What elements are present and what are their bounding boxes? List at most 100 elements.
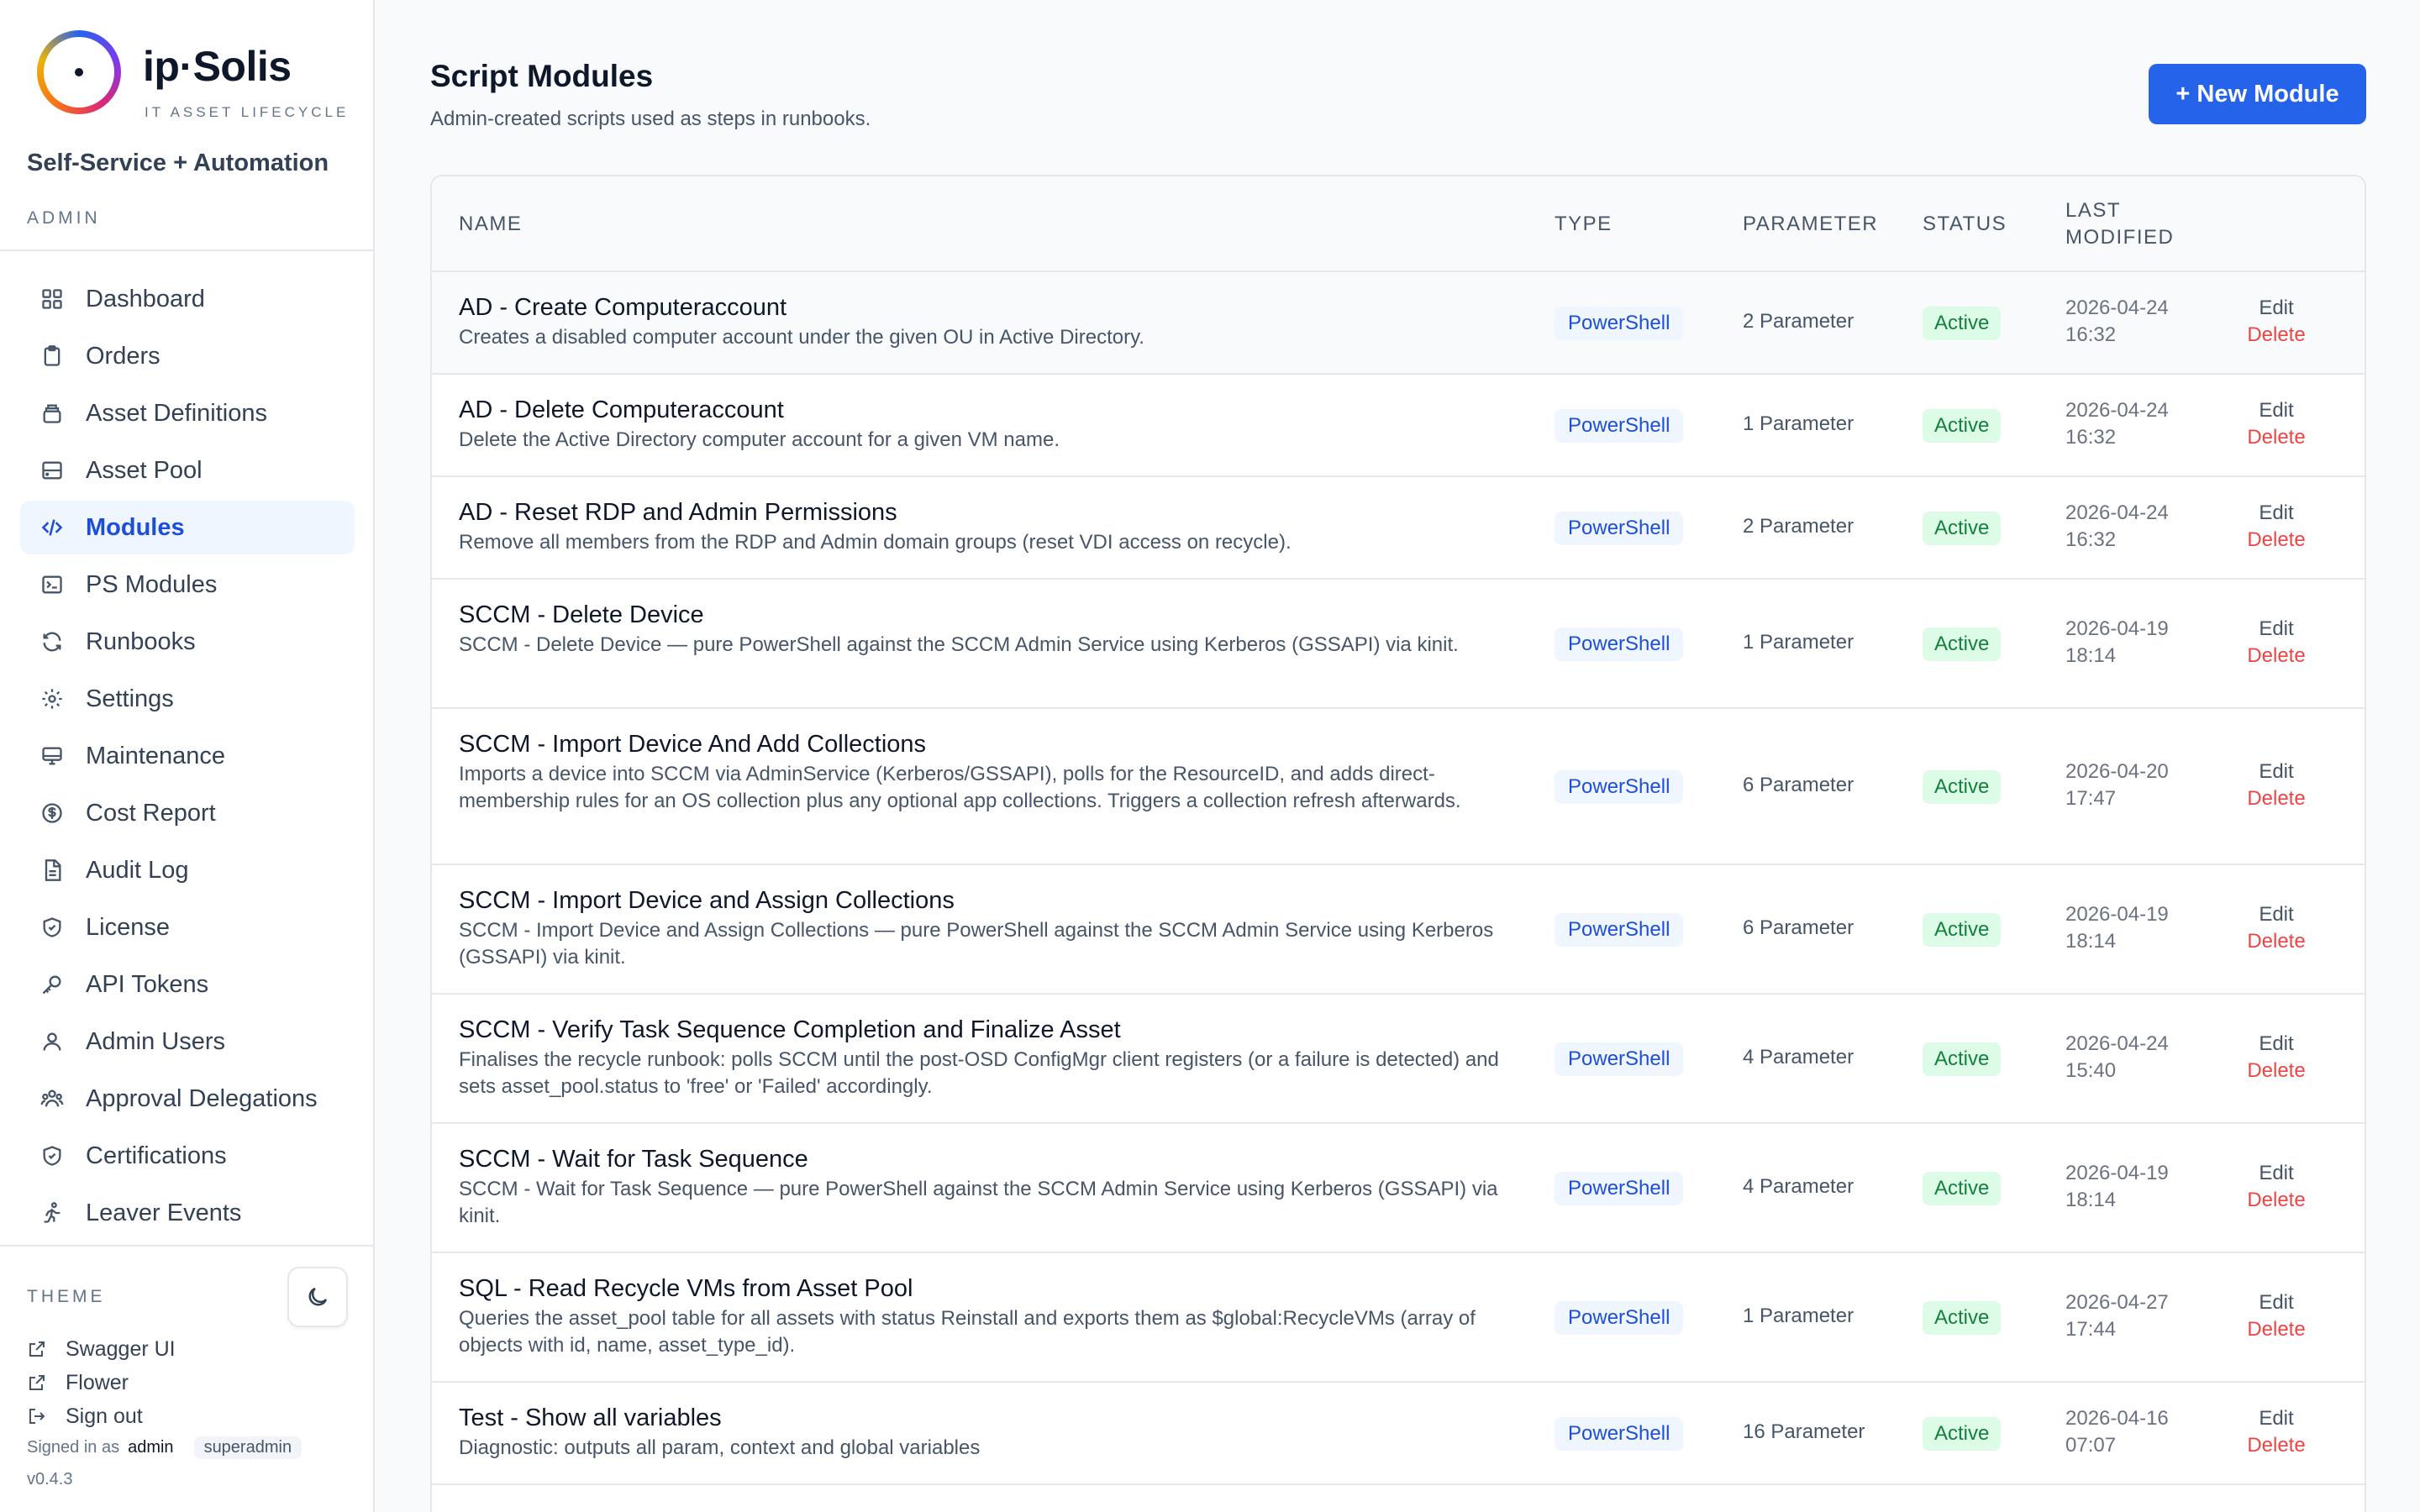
module-name[interactable]: SCCM - Import Device and Assign Collecti… <box>459 885 1509 916</box>
edit-button[interactable]: Edit <box>2230 1405 2323 1432</box>
edit-button[interactable]: Edit <box>2230 759 2323 785</box>
delete-button[interactable]: Delete <box>2230 1316 2323 1343</box>
edit-button[interactable]: Edit <box>2230 901 2323 928</box>
sidebar-item-label: Modules <box>86 513 185 541</box>
footer-links: Swagger UI Flower Sign out <box>27 1332 176 1433</box>
link-label: Flower <box>66 1370 129 1394</box>
table-row[interactable]: SCCM - Import Device and Assign Collecti… <box>432 865 2365 995</box>
sign-out-icon <box>29 1409 45 1424</box>
table-row[interactable]: AD - Reset RDP and Admin Permissions Remo… <box>432 477 2365 580</box>
table-row[interactable]: SQL - Read Recycle VMs from Asset Pool Qu… <box>432 1253 2365 1383</box>
module-name[interactable]: SCCM - Verify Task Sequence Completion a… <box>459 1015 1509 1045</box>
app-version: v0.4.3 <box>27 1470 73 1488</box>
delete-button[interactable]: Delete <box>2230 1432 2323 1459</box>
column-header-type[interactable]: TYPE <box>1555 211 1612 238</box>
module-name[interactable]: SCCM - Delete Device <box>459 600 1509 630</box>
brand-logo[interactable]: ip·Solis IT ASSET LIFECYCLE <box>37 30 356 120</box>
table-row[interactable] <box>432 1485 2365 1512</box>
sidebar-item-label: Certifications <box>86 1142 227 1169</box>
column-header-parameter[interactable]: PARAMETER <box>1743 211 1878 238</box>
row-actions: Edit Delete <box>2230 1160 2323 1214</box>
sign-out-link[interactable]: Sign out <box>27 1399 176 1433</box>
module-name-cell: SCCM - Wait for Task Sequence SCCM - Wait… <box>459 1144 1509 1230</box>
module-description: SCCM - Wait for Task Sequence — pure Pow… <box>459 1178 1498 1227</box>
edit-button[interactable]: Edit <box>2230 397 2323 424</box>
parameter-count: 6 Parameter <box>1743 774 1854 796</box>
sidebar-divider <box>0 249 375 251</box>
module-name[interactable]: SQL - Read Recycle VMs from Asset Pool <box>459 1273 1509 1304</box>
module-name[interactable]: Test - Show all variables <box>459 1403 1509 1433</box>
sidebar-item-approval-delegations[interactable]: Approval Delegations <box>20 1072 355 1126</box>
swagger-ui-link[interactable]: Swagger UI <box>27 1332 176 1366</box>
module-name[interactable]: SCCM - Wait for Task Sequence <box>459 1144 1509 1174</box>
link-label: Swagger UI <box>66 1336 176 1361</box>
theme-toggle-button[interactable] <box>287 1267 348 1327</box>
status-badge: Active <box>1923 770 2002 804</box>
module-name[interactable]: AD - Delete Computeraccount <box>459 395 1509 425</box>
sidebar-item-certifications[interactable]: Certifications <box>20 1129 355 1183</box>
sidebar-item-label: Asset Pool <box>86 456 203 484</box>
sidebar-item-audit-log[interactable]: Audit Log <box>20 843 355 897</box>
flower-link[interactable]: Flower <box>27 1366 176 1399</box>
table-row[interactable]: Test - Show all variables Diagnostic: out… <box>432 1383 2365 1485</box>
edit-button[interactable]: Edit <box>2230 1160 2323 1187</box>
modified-time: 16:32 <box>2065 528 2117 551</box>
edit-button[interactable]: Edit <box>2230 500 2323 527</box>
column-header-last-modified[interactable]: LAST MODIFIED <box>2065 197 2174 251</box>
sidebar-item-dashboard[interactable]: Dashboard <box>20 272 355 326</box>
delete-button[interactable]: Delete <box>2230 322 2323 349</box>
delete-button[interactable]: Delete <box>2230 928 2323 955</box>
sidebar-item-admin-users[interactable]: Admin Users <box>20 1015 355 1068</box>
module-description: Remove all members from the RDP and Admi… <box>459 531 1292 554</box>
table-row[interactable]: SCCM - Verify Task Sequence Completion a… <box>432 995 2365 1124</box>
sidebar-item-settings[interactable]: Settings <box>20 672 355 726</box>
column-header-status[interactable]: STATUS <box>1923 211 2007 238</box>
sidebar-item-cost-report[interactable]: Cost Report <box>20 786 355 840</box>
sidebar-item-orders[interactable]: Orders <box>20 329 355 383</box>
table-row[interactable]: AD - Create Computeraccount Creates a dis… <box>432 272 2365 375</box>
delete-button[interactable]: Delete <box>2230 1187 2323 1214</box>
module-name[interactable]: AD - Reset RDP and Admin Permissions <box>459 497 1509 528</box>
page-subtitle: Admin-created scripts used as steps in r… <box>430 108 871 130</box>
sidebar-item-label: Runbooks <box>86 627 196 655</box>
terminal-icon <box>42 575 62 594</box>
modified-date: 2026-04-27 <box>2065 1291 2169 1314</box>
last-modified: 2026-04-16 07:07 <box>2065 1405 2169 1459</box>
column-header-name[interactable]: NAME <box>459 211 522 238</box>
sidebar-item-ps-modules[interactable]: PS Modules <box>20 558 355 612</box>
sidebar-item-label: Asset Definitions <box>86 399 267 427</box>
sidebar-item-license[interactable]: License <box>20 900 355 954</box>
new-module-button[interactable]: + New Module <box>2149 64 2366 124</box>
type-badge: PowerShell <box>1555 512 1684 545</box>
edit-button[interactable]: Edit <box>2230 1289 2323 1316</box>
sidebar-item-asset-definitions[interactable]: Asset Definitions <box>20 386 355 440</box>
delete-button[interactable]: Delete <box>2230 527 2323 554</box>
sidebar-item-runbooks[interactable]: Runbooks <box>20 615 355 669</box>
sidebar-item-api-tokens[interactable]: API Tokens <box>20 958 355 1011</box>
sidebar-item-modules[interactable]: Modules <box>20 501 355 554</box>
last-modified: 2026-04-24 16:32 <box>2065 295 2169 349</box>
row-actions: Edit Delete <box>2230 397 2323 451</box>
delete-button[interactable]: Delete <box>2230 1058 2323 1084</box>
module-name[interactable]: SCCM - Import Device And Add Collections <box>459 729 1509 759</box>
parameter-count: 2 Parameter <box>1743 310 1854 333</box>
status-badge: Active <box>1923 1301 2002 1335</box>
gear-icon <box>42 689 62 709</box>
table-row[interactable]: AD - Delete Computeraccount Delete the Ac… <box>432 375 2365 477</box>
parameter-count: 1 Parameter <box>1743 412 1854 435</box>
sidebar-item-asset-pool[interactable]: Asset Pool <box>20 444 355 497</box>
sidebar-item-label: Dashboard <box>86 285 205 312</box>
delete-button[interactable]: Delete <box>2230 424 2323 451</box>
table-row[interactable]: SCCM - Wait for Task Sequence SCCM - Wait… <box>432 1124 2365 1253</box>
module-name[interactable]: AD - Create Computeraccount <box>459 292 1509 323</box>
edit-button[interactable]: Edit <box>2230 1031 2323 1058</box>
edit-button[interactable]: Edit <box>2230 295 2323 322</box>
status-badge: Active <box>1923 1042 2002 1076</box>
sidebar-item-leaver-events[interactable]: Leaver Events <box>20 1186 355 1240</box>
edit-button[interactable]: Edit <box>2230 616 2323 643</box>
sidebar-item-maintenance[interactable]: Maintenance <box>20 729 355 783</box>
delete-button[interactable]: Delete <box>2230 643 2323 669</box>
table-row[interactable]: SCCM - Delete Device SCCM - Delete Device… <box>432 580 2365 709</box>
delete-button[interactable]: Delete <box>2230 785 2323 812</box>
table-row[interactable]: SCCM - Import Device And Add Collections… <box>432 709 2365 865</box>
